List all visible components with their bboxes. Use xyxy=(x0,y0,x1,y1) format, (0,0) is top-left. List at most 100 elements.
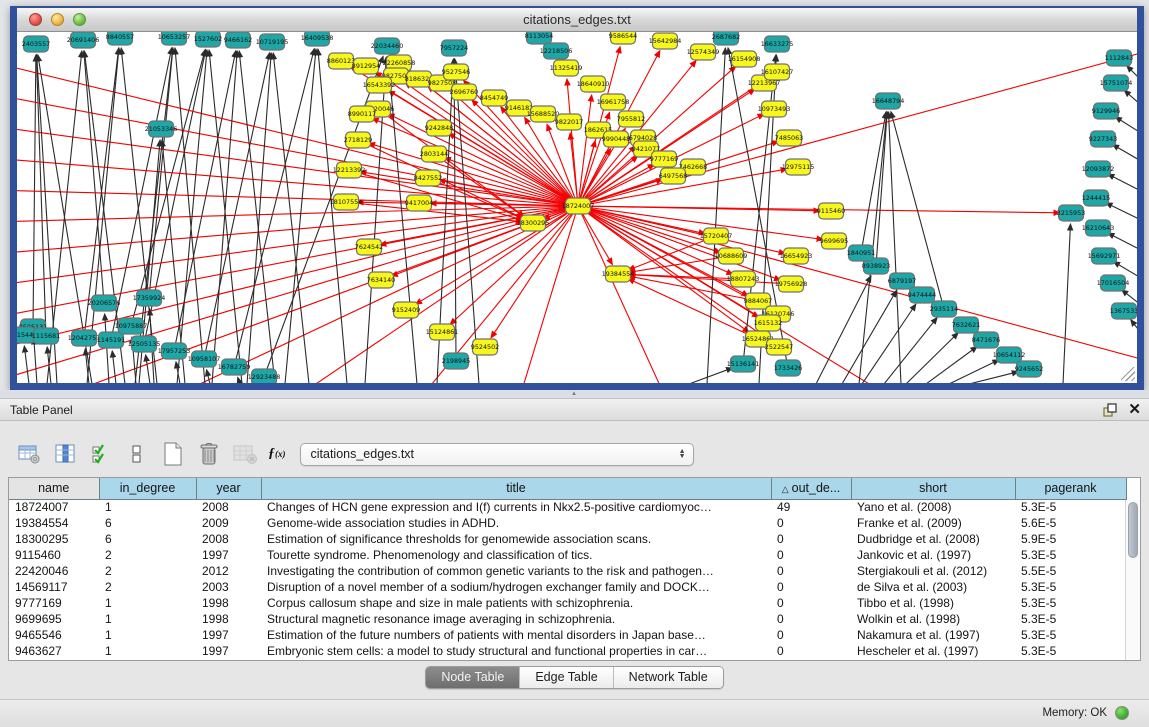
column-header-out-de-[interactable]: △out_de... xyxy=(771,478,851,499)
table-source-dropdown[interactable]: citations_edges.txt ▲▼ xyxy=(300,443,694,466)
table-row[interactable]: 1456911722003Disruption of a novel membe… xyxy=(9,579,1126,595)
delete-column-trash-button[interactable] xyxy=(196,441,222,467)
graph-node[interactable]: 18640910 xyxy=(577,76,610,92)
graph-node[interactable]: 10653257 xyxy=(158,32,191,45)
graph-node[interactable]: 18107554 xyxy=(330,194,363,210)
graph-node[interactable]: 21053346 xyxy=(145,121,178,137)
graph-node[interactable]: 12218506 xyxy=(540,43,573,59)
graph-node[interactable]: 9242848 xyxy=(425,120,453,136)
graph-node[interactable]: 1145191 xyxy=(97,332,125,348)
graph-node[interactable]: 18807243 xyxy=(727,271,760,287)
graph-node[interactable]: 16154908 xyxy=(728,51,761,67)
citation-graph[interactable]: 1872400788601238912954222608589827509165… xyxy=(17,32,1137,383)
graph-node[interactable]: 8427552 xyxy=(414,170,442,186)
graph-node[interactable]: 2935114 xyxy=(930,301,958,317)
column-header-pagerank[interactable]: pagerank xyxy=(1015,478,1126,499)
table-row[interactable]: 1938455462009Genome-wide association stu… xyxy=(9,515,1126,531)
graph-node[interactable]: 1840951 xyxy=(847,245,875,261)
graph-node[interactable]: 1615132 xyxy=(754,315,782,331)
graph-node[interactable]: 12923488 xyxy=(248,369,281,383)
graph-node[interactable]: 10719195 xyxy=(256,34,289,50)
graph-node[interactable]: 12975115 xyxy=(782,159,815,175)
split-divider[interactable]: ▴ xyxy=(0,390,1149,398)
graph-node[interactable]: 10688609 xyxy=(715,248,748,264)
graph-node[interactable]: 18300295 xyxy=(517,215,550,231)
graph-node[interactable]: 12505135 xyxy=(128,336,161,352)
graph-node[interactable]: 7485063 xyxy=(775,130,803,146)
graph-node[interactable]: 19756928 xyxy=(775,276,808,292)
graph-node[interactable]: 2803144 xyxy=(420,146,448,162)
graph-node[interactable]: 7957224 xyxy=(440,40,468,56)
close-panel-icon[interactable]: ✕ xyxy=(1128,402,1141,418)
split-handle-icon[interactable]: ▴ xyxy=(567,391,581,397)
new-table-button[interactable] xyxy=(160,441,186,467)
graph-node[interactable]: 7634140 xyxy=(367,272,395,288)
graph-node[interactable]: 9245652 xyxy=(1015,361,1043,377)
graph-node[interactable]: 16107427 xyxy=(761,64,794,80)
graph-node[interactable]: 19384554 xyxy=(602,266,635,282)
graph-node[interactable]: 8912954 xyxy=(352,58,380,74)
graph-node[interactable]: 12574349 xyxy=(687,44,720,60)
graph-node[interactable]: 9524502 xyxy=(471,339,499,355)
graph-node[interactable]: 10975887 xyxy=(115,318,148,334)
column-header-in-degree[interactable]: in_degree xyxy=(99,478,196,499)
graph-node[interactable]: 10958107 xyxy=(188,351,221,367)
graph-node[interactable]: 18724007 xyxy=(562,198,595,214)
graph-node[interactable]: 16409538 xyxy=(301,32,334,46)
graph-node[interactable]: 6497568 xyxy=(659,168,687,184)
graph-node[interactable]: 10973493 xyxy=(758,101,791,117)
graph-node[interactable]: 17957253 xyxy=(158,343,191,359)
graph-node[interactable]: 11325419 xyxy=(550,60,583,76)
table-row[interactable]: 977716911998Corpus callosum shape and si… xyxy=(9,595,1126,611)
graph-node[interactable]: 20691406 xyxy=(67,32,100,48)
scrollbar-thumb[interactable] xyxy=(1128,502,1138,558)
graph-node[interactable]: 9586544 xyxy=(609,32,637,44)
graph-node[interactable]: 2687682 xyxy=(712,32,740,45)
graph-node[interactable]: 9227343 xyxy=(1089,131,1117,147)
table-row[interactable]: 946554611997Estimation of the future num… xyxy=(9,627,1126,643)
graph-node[interactable]: 16961758 xyxy=(597,94,630,110)
table-row[interactable]: 1830029562008Estimation of significance … xyxy=(9,531,1126,547)
tab-network-table[interactable]: Network Table xyxy=(613,667,723,688)
graph-node[interactable]: 8840557 xyxy=(106,32,134,45)
graph-node[interactable]: 8990117 xyxy=(348,106,376,122)
close-window-button[interactable] xyxy=(29,13,42,26)
graph-node[interactable]: 9990448 xyxy=(602,131,630,147)
graph-node[interactable]: 16210643 xyxy=(1082,220,1115,236)
graph-node[interactable]: 1527602 xyxy=(194,32,222,47)
graph-node[interactable]: 15751074 xyxy=(1100,75,1133,91)
select-attributes-button[interactable] xyxy=(88,441,114,467)
table-settings-button[interactable] xyxy=(16,441,42,467)
table-row[interactable]: 946362711997Embryonic stem cells: a mode… xyxy=(9,643,1126,659)
graph-node[interactable]: 12213392 xyxy=(333,162,366,178)
graph-node[interactable]: 1733426 xyxy=(774,360,802,376)
column-header-year[interactable]: year xyxy=(196,478,261,499)
graph-node[interactable]: 2198945 xyxy=(442,353,470,369)
graph-node[interactable]: 3215953 xyxy=(1057,205,1085,221)
graph-node[interactable]: 1244415 xyxy=(1082,190,1110,206)
minimize-window-button[interactable] xyxy=(51,13,64,26)
graph-node[interactable]: 1112843 xyxy=(1105,50,1133,66)
graph-node[interactable]: 16543392 xyxy=(363,77,396,93)
tab-edge-table[interactable]: Edge Table xyxy=(519,667,612,688)
graph-node[interactable]: 1115681 xyxy=(32,328,60,344)
table-row[interactable]: 2242004622012Investigating the contribut… xyxy=(9,563,1126,579)
function-builder-button[interactable]: ƒ(x) xyxy=(268,446,286,462)
graph-node[interactable]: 16648794 xyxy=(872,93,905,109)
graph-node[interactable]: 9152409 xyxy=(392,302,420,318)
graph-node[interactable]: 9417004 xyxy=(405,195,433,211)
graph-node[interactable]: 16633275 xyxy=(761,36,794,52)
graph-node[interactable]: 22034460 xyxy=(371,38,404,54)
window-titlebar[interactable]: citations_edges.txt xyxy=(17,8,1137,32)
float-panel-icon[interactable] xyxy=(1102,402,1118,418)
graph-node[interactable]: 17359924 xyxy=(133,290,166,306)
graph-node[interactable]: 9474444 xyxy=(908,287,936,303)
graph-node[interactable]: 15136141 xyxy=(727,356,760,372)
row-height-button[interactable] xyxy=(124,441,150,467)
graph-node[interactable]: 6879197 xyxy=(888,273,916,289)
tab-node-table[interactable]: Node Table xyxy=(426,667,519,688)
graph-node[interactable]: 9129946 xyxy=(1092,103,1120,119)
table-row[interactable]: 969969511998Structural magnetic resonanc… xyxy=(9,611,1126,627)
table-row[interactable]: 1872400712008Changes of HCN gene express… xyxy=(9,499,1126,515)
graph-node[interactable]: 9822017 xyxy=(555,114,583,130)
